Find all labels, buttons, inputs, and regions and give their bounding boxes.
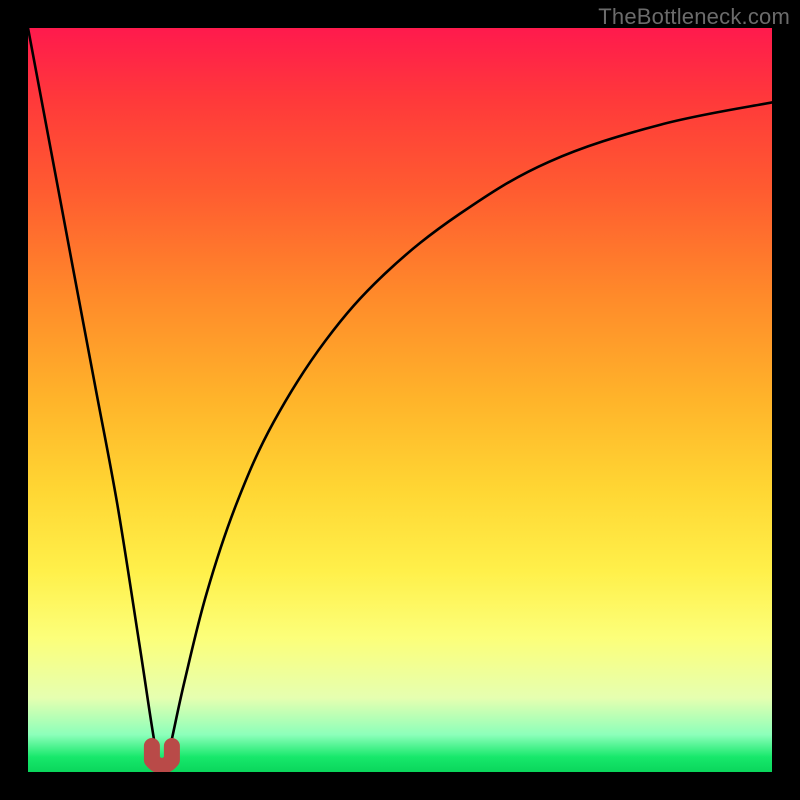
optimum-marker [152, 746, 172, 766]
watermark-text: TheBottleneck.com [598, 4, 790, 30]
chart-svg [28, 28, 772, 772]
bottleneck-curve [28, 28, 772, 772]
chart-frame [28, 28, 772, 772]
